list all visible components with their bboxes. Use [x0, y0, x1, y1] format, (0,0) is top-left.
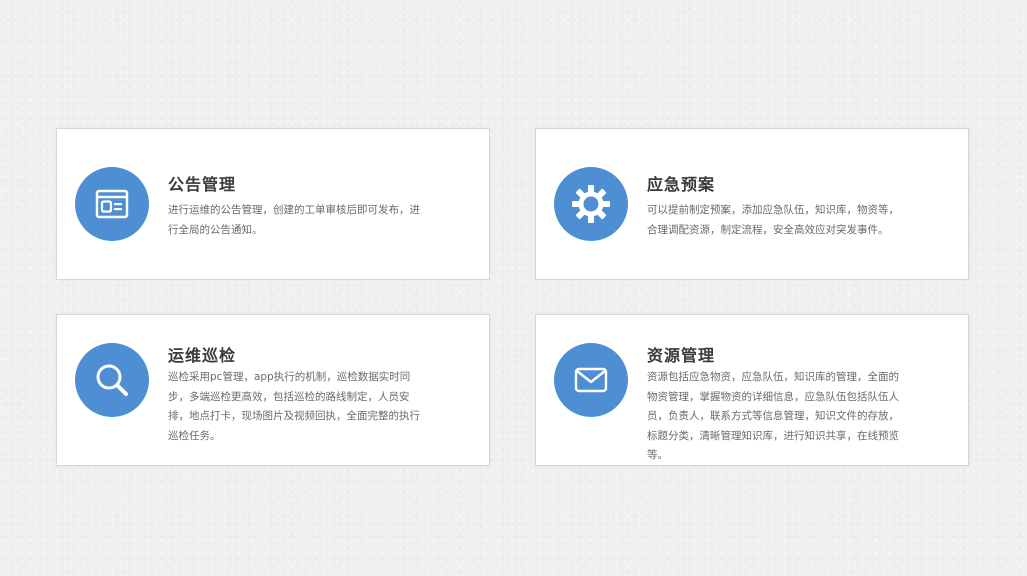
announcement-icon: [75, 167, 149, 241]
card-description: 可以提前制定预案，添加应急队伍，知识库，物资等，合理调配资源，制定流程，安全高效…: [647, 204, 899, 236]
card-title: 应急预案: [647, 175, 716, 194]
search-icon: [75, 343, 149, 417]
mail-icon: [554, 343, 628, 417]
card-description: 进行运维的公告管理，创建的工单审核后即可发布，进行全局的公告通知。: [168, 204, 420, 236]
card-description: 巡检采用pc管理，app执行的机制，巡检数据实时同步，多端巡检更高效，包括巡检的…: [168, 371, 420, 442]
card-title: 资源管理: [647, 346, 716, 365]
feature-card-announcement: 公告管理 进行运维的公告管理，创建的工单审核后即可发布，进行全局的公告通知。: [56, 128, 490, 280]
gear-icon: [554, 167, 628, 241]
card-title: 公告管理: [168, 175, 237, 194]
card-title: 运维巡检: [168, 346, 237, 365]
card-description: 资源包括应急物资，应急队伍，知识库的管理，全面的物资管理，掌握物资的详细信息，应…: [647, 371, 899, 461]
feature-card-resources: 资源管理 资源包括应急物资，应急队伍，知识库的管理，全面的物资管理，掌握物资的详…: [535, 314, 969, 466]
feature-card-emergency-plan: 应急预案 可以提前制定预案，添加应急队伍，知识库，物资等，合理调配资源，制定流程…: [535, 128, 969, 280]
feature-card-inspection: 运维巡检 巡检采用pc管理，app执行的机制，巡检数据实时同步，多端巡检更高效，…: [56, 314, 490, 466]
